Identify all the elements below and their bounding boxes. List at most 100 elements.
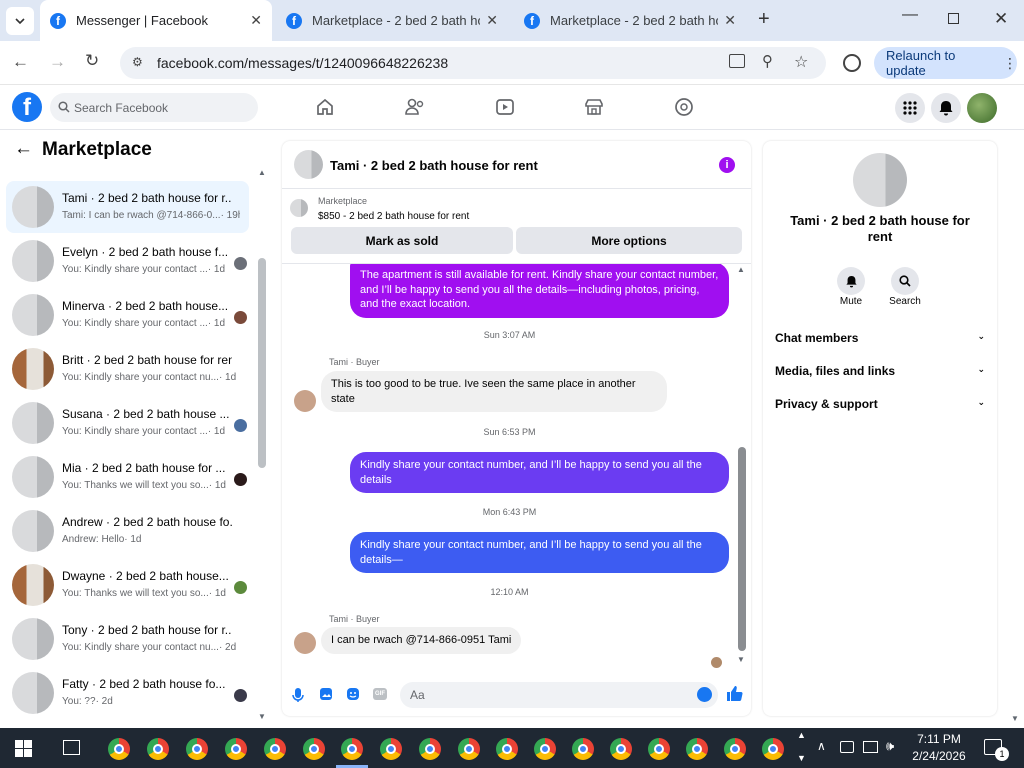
chrome-taskbar-icon[interactable] (380, 738, 402, 760)
conversation-item-fatty[interactable]: Fatty · 2 bed 2 bath house fo... You: ??… (6, 667, 249, 719)
clock-date[interactable]: 2/24/2026 (906, 749, 972, 763)
install-app-icon[interactable] (729, 54, 745, 68)
conversation-info-button[interactable]: i (719, 157, 735, 173)
taskbar-scroll-down-icon[interactable]: ▼ (797, 753, 806, 763)
privacy-support-section[interactable]: Privacy & support ⌄ (775, 397, 985, 411)
reload-button[interactable]: ↻ (85, 51, 99, 71)
network-icon[interactable] (863, 741, 878, 753)
conversation-item-dwayne[interactable]: Dwayne · 2 bed 2 bath house... You: Than… (6, 559, 249, 611)
thread-scrollbar[interactable] (738, 447, 746, 651)
chrome-taskbar-icon[interactable] (264, 738, 286, 760)
minimize-window-button[interactable]: — (902, 6, 918, 24)
restore-window-button[interactable] (948, 13, 959, 24)
scroll-up-arrow-icon[interactable]: ▲ (258, 168, 266, 177)
media-files-links-section[interactable]: Media, files and links ⌄ (775, 364, 985, 378)
relaunch-to-update-button[interactable]: Relaunch to update ⋮ (874, 47, 1017, 79)
site-info-icon[interactable]: ⚙ (132, 55, 143, 69)
chrome-taskbar-icon[interactable] (303, 738, 325, 760)
chrome-taskbar-icon[interactable] (534, 738, 556, 760)
tab-close-icon[interactable]: ✕ (486, 12, 498, 29)
taskbar-scroll-up-icon[interactable]: ▲ (797, 730, 806, 740)
tab-close-icon[interactable]: ✕ (250, 12, 262, 29)
listing-title[interactable]: $850 - 2 bed 2 bath house for rent (318, 211, 469, 222)
meet-now-icon[interactable] (840, 741, 854, 753)
chrome-taskbar-icon[interactable] (186, 738, 208, 760)
message-bubble-outgoing[interactable]: Kindly share your contact number, and I’… (350, 532, 729, 573)
clock-time[interactable]: 7:11 PM (906, 732, 972, 746)
nav-friends[interactable] (402, 94, 428, 120)
tab-messenger[interactable]: f Messenger | Facebook ✕ (40, 0, 272, 41)
address-bar[interactable]: ⚙ facebook.com/messages/t/12400966482262… (120, 47, 826, 79)
chat-members-section[interactable]: Chat members ⌄ (775, 331, 985, 345)
scroll-up-arrow-icon[interactable]: ▲ (737, 265, 745, 274)
scroll-down-arrow-icon[interactable]: ▼ (258, 712, 266, 721)
nav-marketplace[interactable] (581, 94, 607, 120)
emoji-icon[interactable] (697, 687, 712, 702)
voice-clip-icon[interactable] (292, 687, 304, 703)
notifications-button[interactable] (931, 93, 961, 123)
gif-button[interactable]: GIF (373, 688, 387, 700)
chrome-taskbar-icon[interactable] (458, 738, 480, 760)
tab-search-button[interactable] (6, 7, 34, 35)
nav-video[interactable] (492, 94, 518, 120)
listing-thumbnail[interactable] (290, 199, 308, 217)
conversation-item-britt[interactable]: Britt · 2 bed 2 bath house for rent You:… (6, 343, 249, 395)
chrome-taskbar-icon[interactable] (724, 738, 746, 760)
more-options-button[interactable]: More options (516, 227, 742, 254)
conversation-item-susana[interactable]: Susana · 2 bed 2 bath house ... You: Kin… (6, 397, 249, 449)
page-scroll-down-arrow-icon[interactable]: ▼ (1011, 714, 1019, 723)
conversation-list-scrollbar[interactable] (258, 258, 266, 468)
nav-home[interactable] (312, 94, 338, 120)
forward-button[interactable]: → (49, 52, 66, 72)
attach-photo-icon[interactable] (319, 687, 333, 701)
chrome-taskbar-icon[interactable] (419, 738, 441, 760)
conversation-item-tami[interactable]: Tami · 2 bed 2 bath house for r... Tami:… (6, 181, 249, 233)
task-view-icon[interactable] (63, 740, 80, 755)
like-thumb-icon[interactable] (726, 685, 743, 702)
message-bubble-outgoing[interactable]: The apartment is still available for ren… (350, 264, 729, 318)
sender-avatar[interactable] (294, 632, 316, 654)
message-bubble-incoming[interactable]: I can be rwach @714-866-0951 Tami (321, 627, 522, 654)
mark-as-sold-button[interactable]: Mark as sold (291, 227, 513, 254)
message-bubble-incoming[interactable]: This is too good to be true. Ive seen th… (321, 371, 667, 412)
chrome-taskbar-icon[interactable] (108, 738, 130, 760)
conversation-item-evelyn[interactable]: Evelyn · 2 bed 2 bath house f... You: Ki… (6, 235, 249, 287)
chrome-taskbar-icon[interactable] (147, 738, 169, 760)
show-hidden-icons-chevron-icon[interactable]: ∧ (817, 739, 826, 753)
sticker-icon[interactable] (346, 687, 360, 701)
nav-gaming[interactable] (671, 94, 697, 120)
conversation-item-tony[interactable]: Tony · 2 bed 2 bath house for r... You: … (6, 613, 249, 665)
message-input[interactable]: Aa (400, 682, 718, 708)
profile-icon[interactable] (843, 54, 861, 72)
conversation-avatar[interactable] (853, 153, 907, 207)
chrome-taskbar-icon[interactable] (610, 738, 632, 760)
search-facebook-input[interactable]: Search Facebook (50, 93, 258, 122)
tab-marketplace-2[interactable]: f Marketplace - 2 bed 2 bath hou ✕ (514, 0, 746, 41)
facebook-logo[interactable]: f (12, 92, 42, 122)
mute-button[interactable] (837, 267, 865, 295)
back-arrow-icon[interactable]: ← (14, 138, 33, 160)
chrome-taskbar-icon[interactable] (572, 738, 594, 760)
volume-icon[interactable]: 🕪 (886, 738, 894, 754)
menu-grid-button[interactable] (895, 93, 925, 123)
more-menu-icon[interactable]: ⋮ (1003, 55, 1017, 72)
zoom-icon[interactable]: ⚲ (762, 52, 773, 70)
chrome-taskbar-icon[interactable] (496, 738, 518, 760)
chrome-taskbar-icon[interactable] (648, 738, 670, 760)
close-window-button[interactable]: ✕ (994, 9, 1008, 29)
sender-avatar[interactable] (294, 390, 316, 412)
chrome-taskbar-icon-active[interactable] (341, 738, 363, 760)
tab-marketplace-1[interactable]: f Marketplace - 2 bed 2 bath hou ✕ (276, 0, 508, 41)
chat-title[interactable]: Tami · 2 bed 2 bath house for rent (330, 158, 538, 173)
scroll-down-arrow-icon[interactable]: ▼ (737, 655, 745, 664)
chrome-taskbar-icon[interactable] (762, 738, 784, 760)
account-avatar[interactable] (967, 93, 997, 123)
conversation-item-andrew[interactable]: Andrew · 2 bed 2 bath house fo... Andrew… (6, 505, 249, 557)
back-button[interactable]: ← (12, 52, 29, 72)
search-in-conversation-button[interactable] (891, 267, 919, 295)
bookmark-star-icon[interactable]: ☆ (794, 52, 808, 72)
conversation-item-mia[interactable]: Mia · 2 bed 2 bath house for ... You: Th… (6, 451, 249, 503)
new-tab-button[interactable]: + (758, 8, 770, 31)
chrome-taskbar-icon[interactable] (225, 738, 247, 760)
chat-avatar[interactable] (294, 150, 323, 179)
